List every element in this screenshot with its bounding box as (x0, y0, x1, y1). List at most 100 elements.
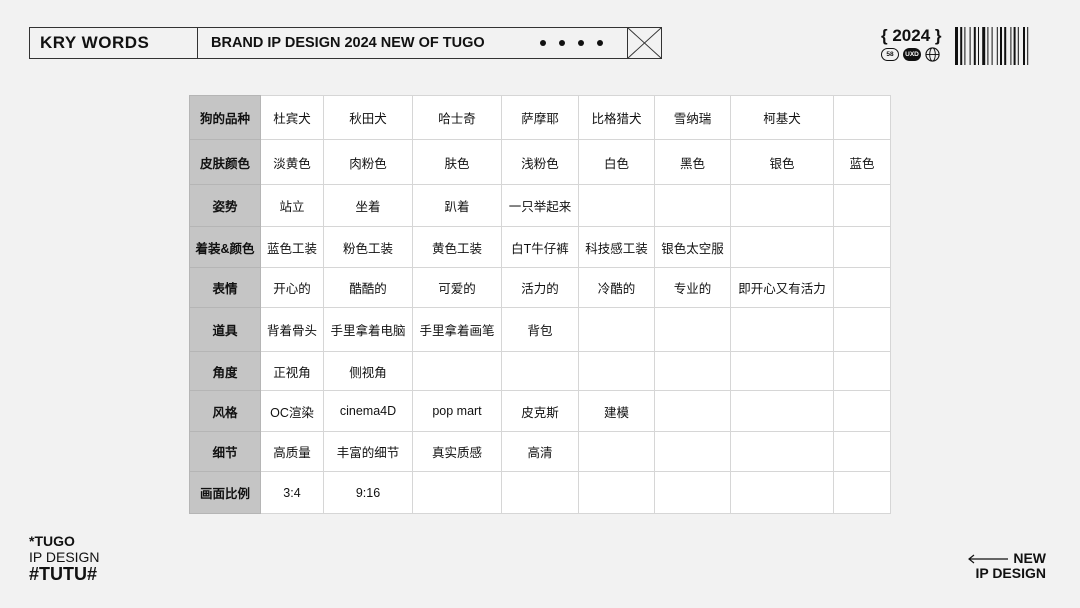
table-cell (578, 471, 655, 514)
table-cell (578, 184, 655, 227)
table-cell (730, 307, 834, 352)
table-cell (654, 471, 731, 514)
row-header: 着装&颜色 (189, 226, 261, 268)
table-cell: 杜宾犬 (260, 95, 324, 140)
table-cell (833, 307, 891, 352)
dots-decoration (540, 40, 603, 46)
table-row: 画面比例 3:4 9:16 (189, 471, 891, 514)
table-cell: 3:4 (260, 471, 324, 514)
table-cell (654, 431, 731, 472)
table-cell (412, 471, 502, 514)
table-cell (833, 351, 891, 391)
table-cell: 酷酷的 (323, 267, 413, 308)
barcode-bar (996, 27, 998, 65)
header-bar: KRY WORDS BRAND IP DESIGN 2024 NEW OF TU… (29, 27, 662, 59)
table-cell (578, 307, 655, 352)
arrow-left-icon (968, 554, 1009, 564)
footer-ip-design-right: IP DESIGN (975, 565, 1046, 582)
table-cell: 真实质感 (412, 431, 502, 472)
dot-icon (540, 40, 546, 46)
table-cell: 黑色 (654, 139, 731, 185)
table-cell (654, 307, 731, 352)
table-cell: 皮克斯 (501, 390, 579, 432)
table-cell: 背着骨头 (260, 307, 324, 352)
table-cell: OC渲染 (260, 390, 324, 432)
table-cell: 活力的 (501, 267, 579, 308)
badge-uxd: UXD (903, 48, 921, 61)
table-cell: 雪纳瑞 (654, 95, 731, 140)
table-cell: 淡黄色 (260, 139, 324, 185)
footer-left: *TUGO IP DESIGN #TUTU# (29, 534, 100, 583)
barcode-icon (955, 27, 1029, 65)
footer-new-line: NEW (967, 550, 1046, 566)
footer-ip-design: IP DESIGN (29, 549, 100, 565)
row-header: 细节 (189, 431, 261, 472)
table-cell: 银色 (730, 139, 834, 185)
table-cell: 蓝色 (833, 139, 891, 185)
table-cell: 开心的 (260, 267, 324, 308)
table-cell (730, 431, 834, 472)
row-header: 姿势 (189, 184, 261, 227)
table-cell: 侧视角 (323, 351, 413, 391)
table-cell (654, 390, 731, 432)
barcode-bar (978, 27, 979, 65)
dot-icon (597, 40, 603, 46)
table-row: 道具 背着骨头 手里拿着电脑 手里拿着画笔 背包 (189, 307, 891, 352)
table-cell (730, 351, 834, 391)
table-cell (833, 390, 891, 432)
barcode-bar (1017, 27, 1019, 65)
barcode-bar (973, 27, 976, 65)
row-header: 表情 (189, 267, 261, 308)
barcode-bar (1004, 27, 1007, 65)
table-cell: 冷酷的 (578, 267, 655, 308)
table-cell: 科技感工装 (578, 226, 655, 268)
table-cell (654, 184, 731, 227)
barcode-bar (991, 27, 993, 65)
row-header: 风格 (189, 390, 261, 432)
barcode-bar (1027, 27, 1029, 65)
table-cell: 黄色工装 (412, 226, 502, 268)
badge-58: 58 (881, 48, 899, 61)
table-row: 表情 开心的 酷酷的 可爱的 活力的 冷酷的 专业的 即开心又有活力 (189, 267, 891, 308)
brand-title: KRY WORDS (30, 28, 198, 58)
table-cell (730, 471, 834, 514)
table-cell (730, 226, 834, 268)
table-cell (578, 351, 655, 391)
table-cell: 银色太空服 (654, 226, 731, 268)
table-cell: 一只举起来 (501, 184, 579, 227)
table-cell: 9:16 (323, 471, 413, 514)
table-cell (833, 471, 891, 514)
table-cell: 柯基犬 (730, 95, 834, 140)
top-right-decoration: { 2024 } 58 UXD (881, 26, 1049, 66)
table-cell (501, 471, 579, 514)
barcode-bar (982, 27, 986, 65)
barcode-bar (1013, 27, 1016, 65)
table-cell: 正视角 (260, 351, 324, 391)
row-header: 狗的品种 (189, 95, 261, 140)
footer-brand: *TUGO (29, 533, 75, 549)
table-cell: 站立 (260, 184, 324, 227)
table-row: 着装&颜色 蓝色工装 粉色工装 黄色工装 白T牛仔裤 科技感工装 银色太空服 (189, 226, 891, 268)
table-cell: 浅粉色 (501, 139, 579, 185)
table-cell: 坐着 (323, 184, 413, 227)
table-cell: 可爱的 (412, 267, 502, 308)
row-header: 画面比例 (189, 471, 261, 514)
row-header: 皮肤颜色 (189, 139, 261, 185)
table-cell: 比格猎犬 (578, 95, 655, 140)
row-header: 道具 (189, 307, 261, 352)
table-cell (412, 351, 502, 391)
table-cell: 丰富的细节 (323, 431, 413, 472)
table-cell (833, 267, 891, 308)
table-row: 风格 OC渲染 cinema4D pop mart 皮克斯 建模 (189, 390, 891, 432)
barcode-bar (955, 27, 958, 65)
table-cell: 白色 (578, 139, 655, 185)
subtitle-area: BRAND IP DESIGN 2024 NEW OF TUGO (198, 28, 627, 58)
table-cell (730, 184, 834, 227)
barcode-bar (1010, 27, 1012, 65)
table-cell: 即开心又有活力 (730, 267, 834, 308)
table-cell: 哈士奇 (412, 95, 502, 140)
table-cell: pop mart (412, 390, 502, 432)
footer-right: NEW IP DESIGN (967, 550, 1046, 582)
globe-icon (925, 47, 940, 62)
table-cell (730, 390, 834, 432)
